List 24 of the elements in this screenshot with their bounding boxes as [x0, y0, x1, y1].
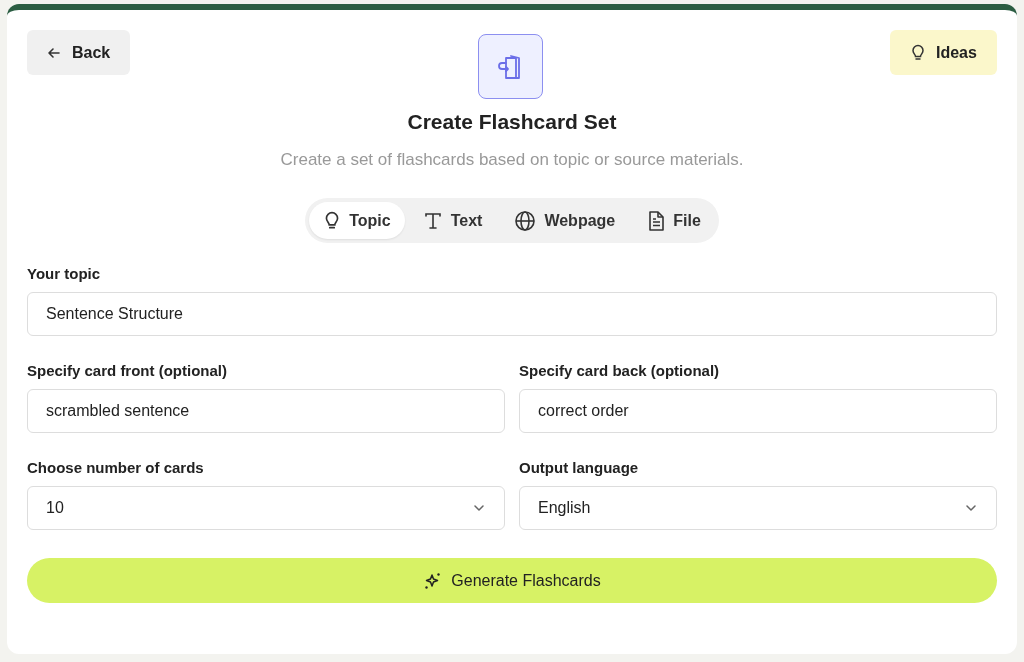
text-icon — [422, 210, 443, 231]
select-field[interactable]: 10 — [27, 486, 505, 530]
text-input-field[interactable]: scrambled sentence — [27, 389, 505, 433]
source-tab[interactable]: File — [633, 202, 715, 239]
flashcards-logo-icon — [477, 34, 543, 99]
text-input-field[interactable]: correct order — [519, 389, 997, 433]
page-title: Create Flashcard Set — [406, 110, 618, 134]
field-label: Output language — [519, 459, 640, 476]
ideas-button[interactable]: Ideas — [890, 30, 997, 75]
source-tab[interactable]: Text — [408, 202, 497, 239]
source-tab[interactable]: Webpage — [500, 202, 630, 239]
document-icon — [647, 210, 666, 231]
source-tab[interactable]: Topic — [309, 202, 405, 239]
field-label: Specify card back (optional) — [519, 362, 721, 379]
generate-button[interactable]: Generate Flashcards — [27, 558, 997, 603]
select-field[interactable]: English — [519, 486, 997, 530]
field-label: Specify card front (optional) — [27, 362, 228, 379]
page-subtitle: Create a set of flashcards based on topic or source materials. — [279, 150, 745, 170]
lightbulb-icon — [910, 43, 926, 62]
topic-input-field[interactable]: Sentence Structure — [27, 292, 997, 336]
field-label: Choose number of cards — [27, 459, 205, 476]
globe-icon — [514, 209, 537, 232]
back-button[interactable]: Back — [27, 30, 130, 75]
field-label: Your topic — [27, 265, 102, 282]
